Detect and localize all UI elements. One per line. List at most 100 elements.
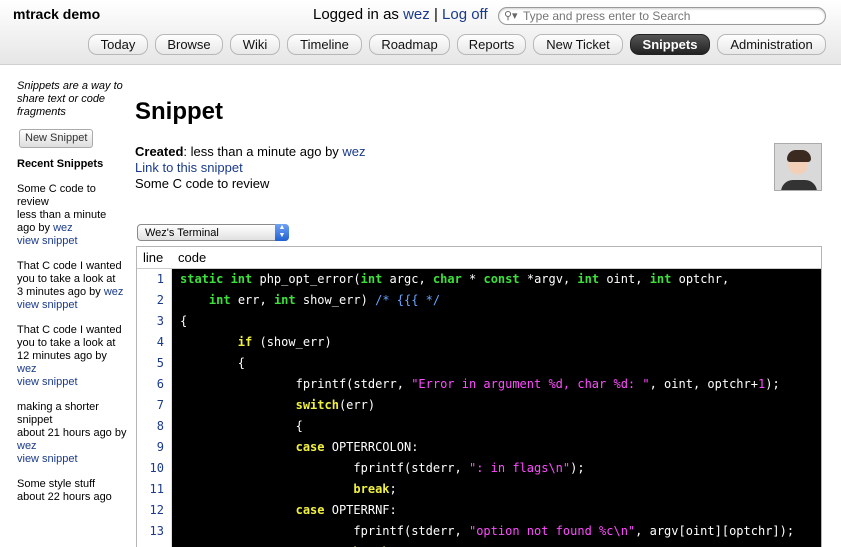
page-title: Snippet [135, 98, 223, 125]
avatar [774, 143, 822, 191]
code-line: { [172, 353, 821, 374]
code-table-header: line code [137, 247, 821, 269]
column-header-code: code [178, 250, 207, 265]
line-number-link[interactable]: 3 [137, 311, 172, 332]
table-row: 13 fprintf(stderr, "option not found %c\… [137, 521, 821, 542]
user-link[interactable]: wez [403, 6, 430, 23]
tab-timeline[interactable]: Timeline [287, 34, 362, 55]
tab-snippets[interactable]: Snippets [630, 34, 710, 55]
line-number-link[interactable]: 12 [137, 500, 172, 521]
snippet-author-link[interactable]: wez [104, 286, 124, 298]
tab-new-ticket[interactable]: New Ticket [533, 34, 623, 55]
code-line: case OPTERRNF: [172, 500, 821, 521]
view-snippet-link[interactable]: view snippet [17, 453, 78, 465]
login-prefix: Logged in as [313, 6, 399, 23]
tab-reports[interactable]: Reports [457, 34, 526, 55]
table-row: 12 case OPTERRNF: [137, 500, 821, 521]
snippet-title: That C code I wanted you to take a look … [17, 324, 122, 349]
login-separator: | [433, 6, 438, 23]
table-row: 4 if (show_err) [137, 332, 821, 353]
snippet-author-link[interactable]: wez [17, 363, 37, 375]
table-row: 3{ [137, 311, 821, 332]
sidebar: Snippets are a way to share text or code… [17, 80, 127, 504]
logout-link[interactable]: Log off [442, 6, 488, 23]
list-item: Some style stuff about 22 hours ago [17, 478, 127, 504]
line-number-link[interactable]: 11 [137, 479, 172, 500]
tab-wiki[interactable]: Wiki [230, 34, 280, 55]
line-number-link[interactable]: 1 [137, 269, 172, 290]
snippet-time: 3 minutes ago by [17, 286, 101, 298]
snippet-author-link[interactable]: wez [17, 440, 37, 452]
theme-select[interactable]: Wez's Terminal ▲ ▼ [137, 224, 289, 241]
permalink-link[interactable]: Link to this snippet [135, 160, 243, 175]
table-row: 7 switch(err) [137, 395, 821, 416]
code-line: case OPTERRCOLON: [172, 437, 821, 458]
created-value: : less than a minute ago by [183, 144, 339, 159]
select-arrows-icon: ▲ ▼ [275, 224, 289, 241]
tab-browse[interactable]: Browse [155, 34, 223, 55]
tab-administration[interactable]: Administration [717, 34, 826, 55]
line-number-link[interactable]: 8 [137, 416, 172, 437]
snippet-title: Some style stuff [17, 478, 96, 490]
view-snippet-link[interactable]: view snippet [17, 376, 78, 388]
snippet-description: Some C code to review [135, 176, 270, 191]
search-icon: ⚲▾ [504, 10, 518, 22]
column-header-line: line [143, 250, 164, 265]
app-title[interactable]: mtrack demo [13, 6, 100, 22]
created-label: Created [135, 144, 184, 159]
code-line: fprintf(stderr, ": in flags\n"); [172, 458, 821, 479]
table-row: 2 int err, int show_err) /* {{{ */ [137, 290, 821, 311]
line-number-link[interactable]: 4 [137, 332, 172, 353]
line-number-link[interactable]: 10 [137, 458, 172, 479]
list-item: That C code I wanted you to take a look … [17, 324, 127, 389]
code-line: fprintf(stderr, "option not found %c\n",… [172, 521, 821, 542]
snippet-meta: Created: less than a minute ago by wez L… [135, 144, 366, 192]
table-row: 10 fprintf(stderr, ": in flags\n"); [137, 458, 821, 479]
code-line: static int php_opt_error(int argc, char … [172, 269, 821, 290]
snippet-time: 12 minutes ago by [17, 350, 107, 362]
table-row: 6 fprintf(stderr, "Error in argument %d,… [137, 374, 821, 395]
line-number-link[interactable]: 6 [137, 374, 172, 395]
snippet-author-link[interactable]: wez [53, 222, 73, 234]
tab-today[interactable]: Today [88, 34, 148, 55]
app-header: mtrack demo Logged in as wez | Log off ⚲… [0, 0, 841, 65]
main-nav: Today Browse Wiki Timeline Roadmap Repor… [0, 34, 841, 56]
author-link[interactable]: wez [342, 144, 365, 159]
line-number-link[interactable]: 7 [137, 395, 172, 416]
list-item: That C code I wanted you to take a look … [17, 260, 127, 312]
table-row: 5 { [137, 353, 821, 374]
code-line: int err, int show_err) /* {{{ */ [172, 290, 821, 311]
table-row: 9 case OPTERRCOLON: [137, 437, 821, 458]
line-number-link[interactable]: 13 [137, 521, 172, 542]
theme-select-value: Wez's Terminal [145, 227, 219, 239]
view-snippet-link[interactable]: view snippet [17, 299, 78, 311]
search-input[interactable] [523, 9, 819, 23]
new-snippet-button[interactable]: New Snippet [19, 129, 94, 148]
tab-roadmap[interactable]: Roadmap [369, 34, 450, 55]
table-row: 8 { [137, 416, 821, 437]
code-line: break; [172, 479, 821, 500]
table-row: 1 static int php_opt_error(int argc, char… [137, 269, 821, 290]
snippet-time: about 21 hours ago by [17, 427, 127, 439]
line-number-link[interactable]: 2 [137, 290, 172, 311]
snippet-title: making a shorter snippet [17, 401, 99, 426]
line-number-link[interactable]: 9 [137, 437, 172, 458]
code-line: { [172, 311, 821, 332]
line-number-link[interactable]: 14 [137, 542, 172, 547]
main-content: Snippet [135, 98, 223, 126]
code-line: break; [172, 542, 821, 547]
login-status: Logged in as wez | Log off [313, 6, 488, 23]
code-line: if (show_err) [172, 332, 821, 353]
search-box[interactable]: ⚲▾ [498, 7, 826, 25]
recent-snippets-heading: Recent Snippets [17, 158, 104, 170]
code-line: { [172, 416, 821, 437]
list-item: making a shorter snippet about 21 hours … [17, 401, 127, 466]
snippet-title: Some C code to review [17, 183, 96, 208]
snippet-time: about 22 hours ago [17, 491, 112, 503]
code-rows: 1 static int php_opt_error(int argc, char… [137, 269, 821, 547]
view-snippet-link[interactable]: view snippet [17, 235, 78, 247]
table-row: 11 break; [137, 479, 821, 500]
line-number-link[interactable]: 5 [137, 353, 172, 374]
code-line: switch(err) [172, 395, 821, 416]
code-line: fprintf(stderr, "Error in argument %d, c… [172, 374, 821, 395]
